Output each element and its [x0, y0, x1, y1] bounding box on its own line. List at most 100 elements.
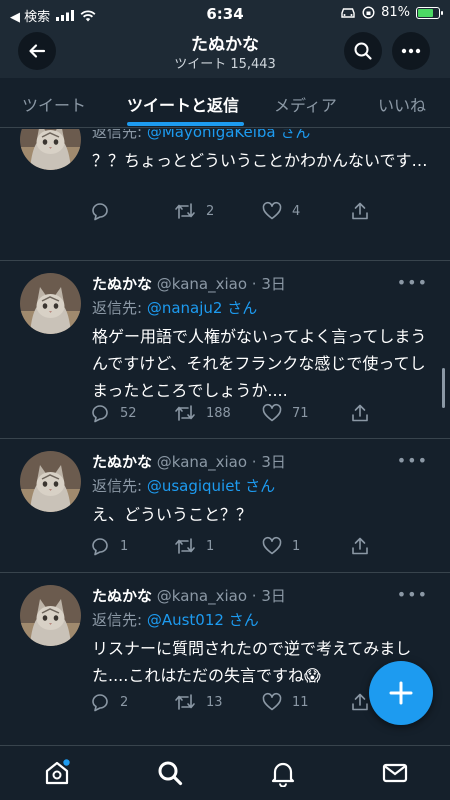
- like-button[interactable]: 4: [262, 201, 300, 221]
- tweet-meta: たぬかな @kana_xiao · 3日: [92, 585, 286, 606]
- tweet-meta: たぬかな @kana_xiao · 3日: [92, 273, 286, 294]
- like-button[interactable]: 71: [262, 403, 309, 423]
- scrollbar[interactable]: [442, 368, 445, 408]
- share-button[interactable]: [350, 692, 370, 712]
- retweet-count: 188: [206, 405, 231, 421]
- profile-tabs: ツイート ツイートと返信 メディア いいね: [0, 78, 450, 128]
- heart-icon: [262, 201, 282, 220]
- tweet-actions: 2 13 11: [90, 692, 390, 716]
- avatar[interactable]: [20, 129, 81, 170]
- like-button[interactable]: 11: [262, 692, 309, 712]
- heart-icon: [262, 692, 282, 711]
- retweet-button[interactable]: 1: [174, 536, 214, 556]
- share-icon: [352, 404, 368, 422]
- tab-media[interactable]: メディア: [274, 92, 337, 116]
- reply-button[interactable]: 1: [90, 536, 128, 556]
- like-button[interactable]: 1: [262, 536, 300, 556]
- tweet-actions: 1 1 1: [90, 536, 390, 560]
- reply-to-handle[interactable]: @MayohigaKeiba: [147, 129, 276, 141]
- avatar[interactable]: [20, 273, 81, 334]
- reply-button[interactable]: [90, 201, 120, 221]
- retweet-icon: [175, 405, 195, 421]
- rotation-lock-icon: [362, 6, 375, 19]
- reply-icon: [92, 203, 108, 221]
- reply-icon: [92, 694, 108, 712]
- search-icon: [158, 761, 183, 786]
- like-count: 71: [292, 405, 309, 421]
- tab-tweets[interactable]: ツイート: [22, 92, 86, 116]
- retweet-button[interactable]: 2: [174, 201, 214, 221]
- car-icon: [341, 7, 355, 18]
- mail-icon: [382, 763, 408, 783]
- retweet-count: 1: [206, 538, 215, 554]
- tweet-card[interactable]: たぬかな @kana_xiao · 3日 ••• 返信先: @nanaju2 さ…: [0, 261, 450, 439]
- tab-likes[interactable]: いいね: [378, 92, 426, 116]
- nav-notifications[interactable]: [268, 758, 298, 788]
- reply-to-handle[interactable]: @Aust012: [147, 611, 224, 629]
- author-name[interactable]: たぬかな: [92, 453, 152, 471]
- reply-count: 1: [120, 538, 129, 554]
- author-name[interactable]: たぬかな: [92, 275, 152, 293]
- share-button[interactable]: [350, 536, 370, 556]
- reply-prefix: 返信先:: [92, 477, 147, 495]
- battery-icon: [416, 6, 443, 19]
- more-icon: [401, 48, 421, 54]
- tweet-menu-button[interactable]: •••: [397, 273, 428, 292]
- search-icon: [354, 42, 372, 60]
- share-button[interactable]: [350, 201, 370, 221]
- like-count: 11: [292, 694, 309, 710]
- author-handle-date: @kana_xiao · 3日: [156, 587, 286, 605]
- tab-tweets-and-replies[interactable]: ツイートと返信: [127, 92, 239, 116]
- bell-icon: [271, 762, 295, 787]
- reply-to-handle[interactable]: @nanaju2: [147, 299, 223, 317]
- tweet-count: ツイート 15,443: [174, 57, 276, 72]
- avatar[interactable]: [20, 585, 81, 646]
- reply-count: 52: [120, 405, 137, 421]
- reply-count: 2: [120, 694, 129, 710]
- battery-fill: [418, 8, 434, 17]
- share-icon: [352, 537, 368, 555]
- more-button[interactable]: [392, 32, 430, 70]
- search-button[interactable]: [344, 32, 382, 70]
- reply-icon: [92, 405, 108, 423]
- new-content-dot: [63, 759, 70, 766]
- like-count: 4: [292, 203, 301, 219]
- compose-tweet-button[interactable]: [369, 661, 433, 725]
- tweet-card[interactable]: たぬかな @kana_xiao · 3日 ••• 返信先: @MayohigaK…: [0, 129, 450, 261]
- heart-icon: [262, 403, 282, 422]
- tweet-text: 格ゲー用語で人権がないってよく言ってしまうんですけど、それをフランクな感じで使っ…: [92, 327, 427, 400]
- share-icon: [352, 202, 368, 220]
- nav-home[interactable]: [42, 758, 72, 788]
- tweet-actions: 52 188 71: [90, 403, 390, 427]
- reply-context: 返信先: @usagiquiet さん: [92, 475, 275, 496]
- battery-percent: 81%: [381, 5, 410, 20]
- reply-to-handle[interactable]: @usagiquiet: [147, 477, 241, 495]
- avatar[interactable]: [20, 451, 81, 512]
- nav-messages[interactable]: [380, 758, 410, 788]
- status-bar: ◀ 検索 6:34 81%: [0, 0, 450, 28]
- tweet-feed[interactable]: たぬかな @kana_xiao · 3日 ••• 返信先: @MayohigaK…: [0, 129, 450, 745]
- tweet-text: え、どういうこと？？: [92, 505, 253, 524]
- tweet-menu-button[interactable]: •••: [397, 585, 428, 604]
- heart-icon: [262, 536, 282, 555]
- reply-suffix: さん: [222, 299, 258, 317]
- reply-context: 返信先: @Aust012 さん: [92, 609, 259, 630]
- reply-button[interactable]: 52: [90, 403, 137, 423]
- share-icon: [352, 693, 368, 711]
- reply-context: 返信先: @MayohigaKeiba さん: [92, 129, 310, 142]
- share-button[interactable]: [350, 403, 370, 423]
- home-icon: [45, 759, 70, 785]
- profile-header: たぬかな ツイート 15,443: [0, 28, 450, 78]
- retweet-button[interactable]: 13: [174, 692, 223, 712]
- tweet-menu-button[interactable]: •••: [397, 451, 428, 470]
- retweet-button[interactable]: 188: [174, 403, 231, 423]
- reply-button[interactable]: 2: [90, 692, 128, 712]
- reply-prefix: 返信先:: [92, 611, 147, 629]
- author-name[interactable]: たぬかな: [92, 587, 152, 605]
- retweet-count: 2: [206, 203, 215, 219]
- reply-prefix: 返信先:: [92, 299, 147, 317]
- retweet-icon: [175, 203, 195, 219]
- nav-search[interactable]: [155, 758, 185, 788]
- tweet-card[interactable]: たぬかな @kana_xiao · 3日 ••• 返信先: @usagiquie…: [0, 439, 450, 573]
- reply-suffix: さん: [223, 611, 259, 629]
